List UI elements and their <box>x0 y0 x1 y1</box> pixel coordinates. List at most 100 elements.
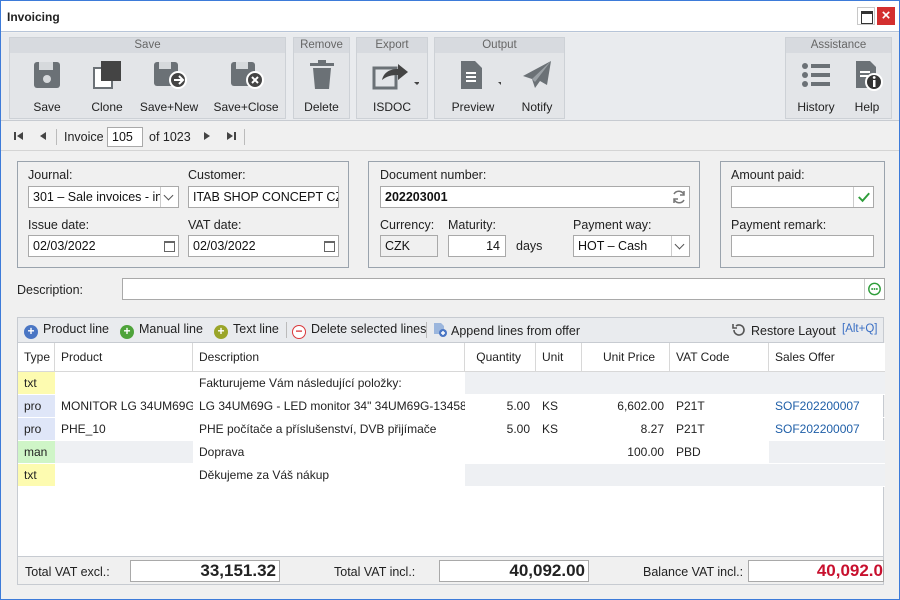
column-header-product[interactable]: Product <box>55 343 193 372</box>
grid-cell-product[interactable] <box>55 372 193 395</box>
grid-cell-unit-price[interactable]: 6,602.00 <box>582 395 670 418</box>
grid-cell-unit[interactable] <box>536 372 582 395</box>
grid-cell-sales-offer[interactable]: SOF202200007 <box>769 418 885 441</box>
description-input[interactable] <box>122 278 885 300</box>
grid-cell-description[interactable]: Doprava <box>193 441 465 464</box>
check-icon[interactable] <box>853 187 873 207</box>
comment-icon[interactable] <box>864 279 884 299</box>
next-record-icon[interactable] <box>200 129 214 143</box>
grid-cell-description[interactable]: Fakturujeme Vám následující položky: <box>193 372 465 395</box>
journal-select[interactable]: 301 – Sale invoices - inla <box>28 186 179 208</box>
grid-cell-product[interactable] <box>55 464 193 487</box>
close-button[interactable]: × <box>877 7 895 25</box>
grid-cell-unit[interactable] <box>536 464 582 487</box>
grid-cell-vat-code[interactable]: PBD <box>670 441 769 464</box>
grid-cell-unit-price[interactable] <box>582 372 670 395</box>
grid-cell-description[interactable]: LG 34UM69G - LED monitor 34" 34UM69G-134… <box>193 395 465 418</box>
amount-paid-input[interactable] <box>731 186 874 208</box>
column-header-quantity[interactable]: Quantity <box>465 343 536 372</box>
grid-cell-unit[interactable] <box>536 441 582 464</box>
last-record-icon[interactable] <box>224 129 238 143</box>
grid-cell-vat-code[interactable] <box>670 372 769 395</box>
grid-cell-unit-price[interactable]: 100.00 <box>582 441 670 464</box>
column-header-sales-offer[interactable]: Sales Offer <box>769 343 885 372</box>
add-product-line-button[interactable]: + Product line <box>24 322 109 339</box>
issue-date-input[interactable]: 02/03/2022 <box>28 235 179 257</box>
grid-cell-type[interactable]: pro <box>18 418 55 441</box>
calendar-icon[interactable] <box>160 236 178 256</box>
help-button[interactable]: Help <box>844 58 890 118</box>
column-header-unit[interactable]: Unit <box>536 343 582 372</box>
payment-way-select[interactable]: HOT – Cash <box>573 235 690 257</box>
button-label: Restore Layout <box>751 324 836 338</box>
payment-way-value: HOT – Cash <box>578 239 648 253</box>
save-new-button[interactable]: Save+New <box>136 58 202 118</box>
balance-value: 40,092.0 <box>748 560 884 582</box>
chevron-down-icon[interactable] <box>671 236 689 256</box>
column-header-unit-price[interactable]: Unit Price <box>582 343 670 372</box>
document-number-input[interactable]: 202203001 <box>380 186 690 208</box>
grid-cell-quantity[interactable] <box>465 372 536 395</box>
grid-cell-unit[interactable]: KS <box>536 395 582 418</box>
grid-cell-unit[interactable]: KS <box>536 418 582 441</box>
grid-cell-sales-offer[interactable]: SOF202200007 <box>769 395 885 418</box>
grid-cell-sales-offer[interactable] <box>769 441 885 464</box>
vat-date-input[interactable]: 02/03/2022 <box>188 235 339 257</box>
save-close-button[interactable]: Save+Close <box>210 58 282 118</box>
append-lines-from-offer-button[interactable]: Append lines from offer <box>432 322 580 338</box>
grid-cell-vat-code[interactable]: P21T <box>670 395 769 418</box>
grid-cell-unit-price[interactable]: 8.27 <box>582 418 670 441</box>
grid-cell-product[interactable]: MONITOR LG 34UM69G <box>55 395 193 418</box>
chevron-down-icon[interactable] <box>160 187 178 207</box>
payment-remark-input[interactable] <box>731 235 874 257</box>
group-label: Assistance <box>786 38 891 53</box>
total-excl-label: Total VAT excl.: <box>25 565 110 579</box>
first-record-icon[interactable] <box>12 129 26 143</box>
record-number-input[interactable]: 105 <box>107 127 143 147</box>
grid-cell-type[interactable]: txt <box>18 372 55 395</box>
grid-cell-sales-offer[interactable] <box>769 372 885 395</box>
delete-selected-lines-button[interactable]: − Delete selected lines <box>292 322 426 339</box>
previous-record-icon[interactable] <box>36 129 50 143</box>
save-button[interactable]: Save <box>18 58 76 118</box>
add-text-line-button[interactable]: + Text line <box>214 322 279 339</box>
grid-cell-type[interactable]: txt <box>18 464 55 487</box>
preview-button[interactable]: Preview <box>439 58 507 118</box>
grid-cell-quantity[interactable] <box>465 464 536 487</box>
window-title: Invoicing <box>7 10 60 24</box>
grid-cell-unit-price[interactable] <box>582 464 670 487</box>
column-header-description[interactable]: Description <box>193 343 465 372</box>
document-panel: Document number: 202203001 Currency: CZK… <box>368 161 700 268</box>
customer-label: Customer: <box>188 168 246 182</box>
grid-cell-product[interactable]: PHE_10 <box>55 418 193 441</box>
grid-cell-description[interactable]: Děkujeme za Váš nákup <box>193 464 465 487</box>
notify-button[interactable]: Notify <box>511 58 563 118</box>
column-header-vat-code[interactable]: VAT Code <box>670 343 769 372</box>
refresh-icon[interactable] <box>671 189 687 205</box>
grid-cell-sales-offer[interactable] <box>769 464 885 487</box>
grid-cell-product[interactable] <box>55 441 193 464</box>
grid-cell-vat-code[interactable]: P21T <box>670 418 769 441</box>
grid-cell-vat-code[interactable] <box>670 464 769 487</box>
grid-cell-quantity[interactable]: 5.00 <box>465 418 536 441</box>
delete-button[interactable]: Delete <box>294 58 349 118</box>
customer-input[interactable]: ITAB SHOP CONCEPT CZ – <box>188 186 339 208</box>
grid-cell-quantity[interactable] <box>465 441 536 464</box>
shortcut-hint: [Alt+Q] <box>842 323 878 335</box>
isdoc-button[interactable]: ISDOC <box>359 58 425 118</box>
maximize-button[interactable] <box>857 7 875 25</box>
add-manual-line-button[interactable]: + Manual line <box>120 322 203 339</box>
undo-icon <box>732 324 745 336</box>
history-button[interactable]: History <box>788 58 844 118</box>
grid-cell-quantity[interactable]: 5.00 <box>465 395 536 418</box>
total-excl-value: 33,151.32 <box>130 560 280 582</box>
grid-cell-type[interactable]: pro <box>18 395 55 418</box>
grid-cell-type[interactable]: man <box>18 441 55 464</box>
column-header-type[interactable]: Type <box>18 343 55 372</box>
clone-button[interactable]: Clone <box>78 58 136 118</box>
trash-icon <box>309 60 334 89</box>
grid-cell-description[interactable]: PHE počítače a příslušenství, DVB přijím… <box>193 418 465 441</box>
maturity-input[interactable]: 14 <box>448 235 506 257</box>
calendar-icon[interactable] <box>320 236 338 256</box>
restore-layout-button[interactable]: Restore Layout <box>731 322 836 338</box>
